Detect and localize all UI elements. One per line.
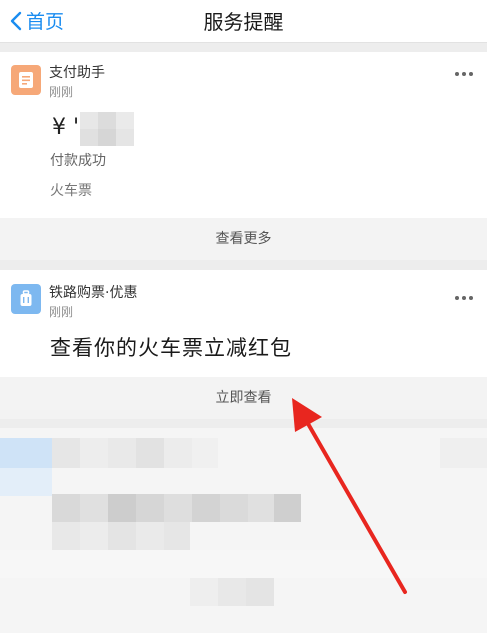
dot-icon <box>469 72 473 76</box>
payment-amount: ¥ ' <box>52 115 80 140</box>
document-icon <box>11 65 41 95</box>
more-options-button[interactable] <box>455 72 473 76</box>
dot-icon <box>462 296 466 300</box>
notification-time: 刚刚 <box>49 85 74 99</box>
pixelated-content <box>0 428 487 633</box>
more-options-button[interactable] <box>455 296 473 300</box>
app-name: 支付助手 <box>49 65 105 81</box>
view-now-button[interactable]: 立即查看 <box>0 377 487 419</box>
page-title: 服务提醒 <box>203 10 284 34</box>
nav-bar: 首页 服务提醒 <box>0 0 487 43</box>
dot-icon <box>455 72 459 76</box>
view-more-button[interactable]: 查看更多 <box>0 218 487 260</box>
dot-icon <box>462 72 466 76</box>
offer-message: 查看你的火车票立减红包 <box>50 336 292 360</box>
notification-card-payment: 支付助手 刚刚 ¥ ' 付款成功 火车票 <box>0 52 487 218</box>
dot-icon <box>469 296 473 300</box>
notification-time: 刚刚 <box>49 305 74 319</box>
app-name: 铁路购票·优惠 <box>49 285 138 301</box>
payment-category: 火车票 <box>50 183 92 199</box>
amount-pixelated-mask <box>80 112 134 146</box>
luggage-icon <box>11 284 41 314</box>
notification-card-railway: 铁路购票·优惠 刚刚 查看你的火车票立减红包 <box>0 270 487 377</box>
dot-icon <box>455 296 459 300</box>
payment-status: 付款成功 <box>50 153 106 169</box>
